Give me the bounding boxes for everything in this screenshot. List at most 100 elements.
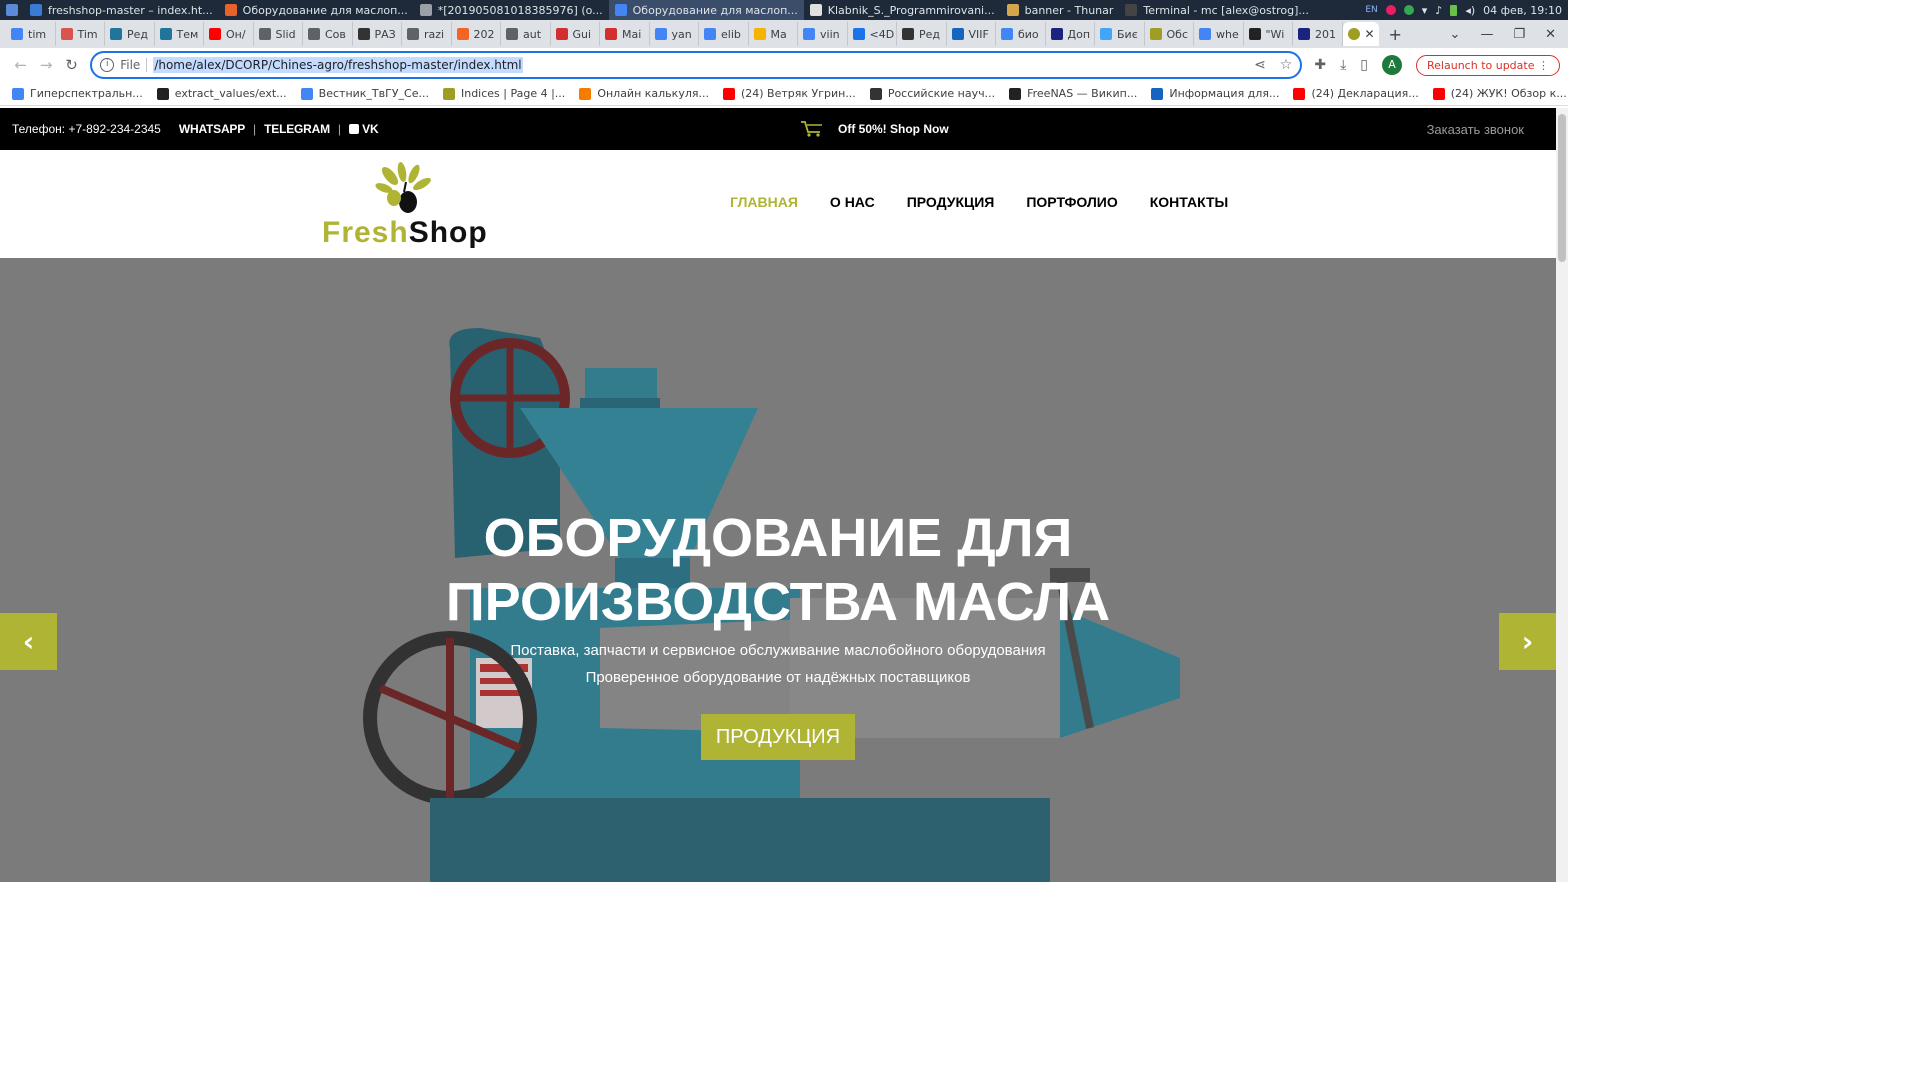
taskbar-window[interactable]: freshshop-master – index.ht... xyxy=(24,0,219,20)
relaunch-button[interactable]: Relaunch to update ⋮ xyxy=(1416,54,1560,76)
bookmark-item[interactable]: (24) ЖУК! Обзор к... xyxy=(1432,87,1567,100)
tab-favicon-icon xyxy=(753,28,766,40)
browser-tab[interactable]: "Wi xyxy=(1244,22,1293,46)
browser-tab[interactable]: aut xyxy=(501,22,551,46)
minimize-icon[interactable]: — xyxy=(1480,27,1493,42)
bookmark-item[interactable]: extract_values/ext... xyxy=(156,87,287,100)
close-window-icon[interactable]: ✕ xyxy=(1545,27,1556,42)
browser-tab[interactable]: био xyxy=(996,22,1046,46)
downloads-icon[interactable]: ⤓ xyxy=(1340,57,1346,73)
bookmark-star-icon[interactable]: ☆ xyxy=(1280,57,1293,73)
browser-tab[interactable]: <4D xyxy=(848,22,897,46)
battery-icon[interactable] xyxy=(1450,4,1458,16)
browser-tab[interactable]: yan xyxy=(650,22,699,46)
bookmark-item[interactable]: (24) Декларация... xyxy=(1293,87,1419,100)
browser-tab[interactable]: Ma xyxy=(749,22,798,46)
nav-item[interactable]: О НАС xyxy=(830,194,875,210)
callback-link[interactable]: Заказать звонок xyxy=(1427,122,1544,137)
hero-subtitle-2: Проверенное оборудование от надёжных пос… xyxy=(585,669,971,686)
browser-tab[interactable]: Ред xyxy=(105,22,155,46)
browser-tab[interactable]: elib xyxy=(699,22,749,46)
forward-arrow-icon[interactable]: → xyxy=(33,56,58,74)
phone-text[interactable]: Телефон: +7-892-234-2345 xyxy=(12,122,161,136)
browser-tab[interactable]: 202 xyxy=(452,22,501,46)
slider-prev-button[interactable]: ‹ xyxy=(0,613,57,670)
bookmark-item[interactable]: Российские науч... xyxy=(869,87,995,100)
browser-tab[interactable]: tim xyxy=(6,22,56,46)
nav-item[interactable]: ПОРТФОЛИО xyxy=(1026,194,1117,210)
address-bar[interactable]: i File /home/alex/DCORP/Chines-agro/fres… xyxy=(90,51,1303,79)
tab-active[interactable]: ✕ xyxy=(1342,22,1379,46)
browser-tab[interactable]: viin xyxy=(798,22,848,46)
taskbar-window[interactable]: Terminal - mc [alex@ostrog]... xyxy=(1119,0,1314,20)
wifi-icon[interactable]: ▾ xyxy=(1422,4,1428,17)
tab-favicon-icon xyxy=(951,28,964,40)
nav-item[interactable]: ГЛАВНАЯ xyxy=(730,194,798,210)
browser-tab[interactable]: whe xyxy=(1194,22,1244,46)
side-panel-icon[interactable]: ▯ xyxy=(1360,57,1368,73)
share-icon[interactable]: ⋖ xyxy=(1254,57,1266,73)
browser-tab[interactable]: VIIF xyxy=(947,22,996,46)
reload-icon[interactable]: ↻ xyxy=(59,56,84,74)
browser-tab[interactable]: Tim xyxy=(56,22,105,46)
telegram-link[interactable]: TELEGRAM xyxy=(264,122,330,136)
browser-tab[interactable]: Он/ xyxy=(204,22,254,46)
keyboard-layout[interactable]: EN xyxy=(1365,5,1377,15)
scrollbar-thumb[interactable] xyxy=(1558,114,1566,262)
new-tab-icon[interactable]: + xyxy=(1389,25,1402,44)
taskbar-window[interactable]: Оборудование для маслоп... xyxy=(608,0,804,20)
tab-search-icon[interactable]: ⌄ xyxy=(1450,27,1461,42)
browser-tab[interactable]: Обс xyxy=(1145,22,1194,46)
promo-banner[interactable]: Off 50%! Shop Now xyxy=(800,108,949,150)
browser-tab[interactable]: razi xyxy=(402,22,452,46)
browser-tab[interactable]: 201 xyxy=(1293,22,1343,46)
taskbar-window[interactable]: banner - Thunar xyxy=(1001,0,1120,20)
whatsapp-link[interactable]: WHATSAPP xyxy=(179,122,245,136)
browser-tab[interactable]: Slid xyxy=(254,22,303,46)
bell-icon[interactable]: ♪ xyxy=(1435,4,1442,17)
app-menu-icon[interactable] xyxy=(0,0,24,20)
close-tab-icon[interactable]: ✕ xyxy=(1365,27,1375,41)
browser-tab[interactable]: Биє xyxy=(1095,22,1145,46)
tab-label: viin xyxy=(820,27,840,41)
browser-tab[interactable]: Тем xyxy=(155,22,204,46)
bookmark-item[interactable]: Вестник_ТвГУ_Се... xyxy=(300,87,429,100)
bookmark-item[interactable]: (24) Ветряк Угрин... xyxy=(722,87,856,100)
app-tray-icon[interactable] xyxy=(1385,5,1396,15)
extensions-icon[interactable]: ✚ xyxy=(1314,57,1326,73)
page-scrollbar[interactable] xyxy=(1556,108,1568,882)
bookmark-item[interactable]: FreeNAS — Викип... xyxy=(1009,87,1137,100)
browser-tab[interactable]: Доп xyxy=(1046,22,1095,46)
site-info-icon[interactable]: i xyxy=(100,58,115,72)
back-arrow-icon[interactable]: ← xyxy=(8,56,33,74)
products-button[interactable]: ПРОДУКЦИЯ xyxy=(701,714,855,760)
bookmark-favicon-icon xyxy=(722,87,735,100)
bookmark-item[interactable]: Indices | Page 4 |... xyxy=(442,87,566,100)
bookmark-item[interactable]: Онлайн калькуля... xyxy=(579,87,709,100)
taskbar-window[interactable]: *[20190508101838597​6] (o... xyxy=(414,0,609,20)
tab-label: Slid xyxy=(275,27,296,41)
profile-avatar[interactable]: A xyxy=(1382,55,1403,75)
update-tray-icon[interactable] xyxy=(1403,5,1414,15)
bookmark-label: Вестник_ТвГУ_Се... xyxy=(318,87,429,100)
promo-text[interactable]: Off 50%! Shop Now xyxy=(838,122,949,136)
taskbar-window[interactable]: Klabnik_S._Programmirovani... xyxy=(804,0,1001,20)
site-logo[interactable]: FreshShop xyxy=(322,162,492,250)
slider-next-button[interactable]: › xyxy=(1499,613,1556,670)
nav-item[interactable]: КОНТАКТЫ xyxy=(1150,194,1228,210)
url-text[interactable]: /home/alex/DCORP/Chines-agro/freshshop-m… xyxy=(153,57,523,73)
vk-link[interactable]: VK xyxy=(349,122,379,136)
bookmark-item[interactable]: Информация для... xyxy=(1151,87,1279,100)
volume-icon[interactable]: ◂) xyxy=(1465,4,1475,17)
bookmark-item[interactable]: Гиперспектральн... xyxy=(12,87,143,100)
clock[interactable]: 04 фев, 19:10 xyxy=(1483,4,1562,17)
taskbar-window[interactable]: Оборудование для маслоп... xyxy=(219,0,414,20)
browser-tab[interactable]: Gui xyxy=(551,22,600,46)
browser-tab[interactable]: Сов xyxy=(303,22,353,46)
bookmark-label: Indices | Page 4 |... xyxy=(460,87,566,100)
browser-tab[interactable]: Ред xyxy=(897,22,947,46)
browser-tab[interactable]: Маі xyxy=(600,22,650,46)
restore-icon[interactable]: ❐ xyxy=(1513,27,1525,42)
nav-item[interactable]: ПРОДУКЦИЯ xyxy=(907,194,995,210)
browser-tab[interactable]: РАЗ xyxy=(353,22,402,46)
